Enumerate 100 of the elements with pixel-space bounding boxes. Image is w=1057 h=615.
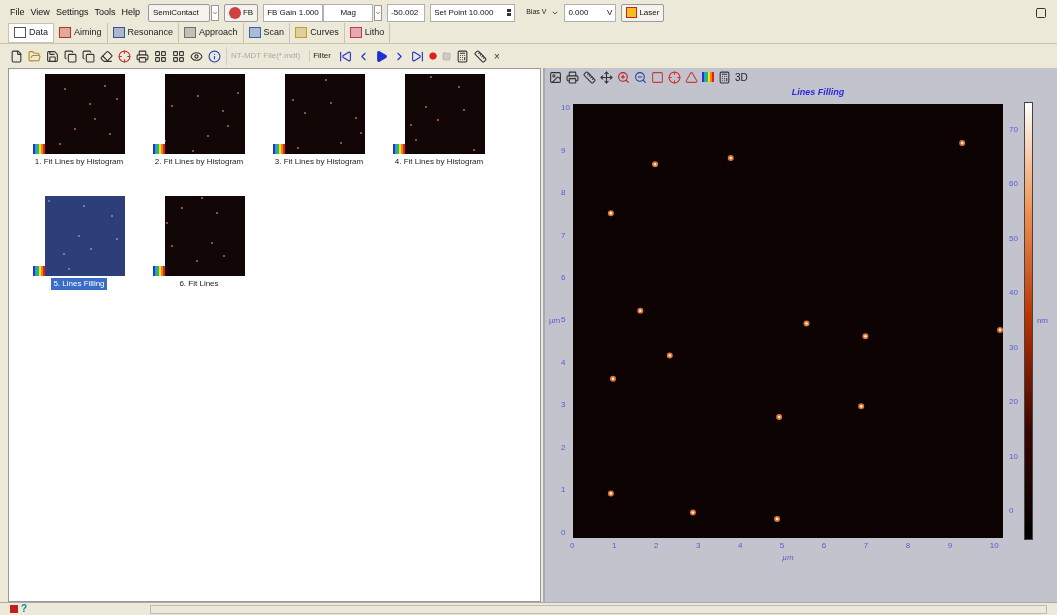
tab-icon: [184, 27, 197, 38]
close-button[interactable]: ×: [491, 48, 502, 64]
copy-icon[interactable]: [64, 49, 77, 63]
palette-icon[interactable]: [393, 144, 405, 154]
palette-icon[interactable]: [702, 72, 714, 82]
new-file-icon[interactable]: [10, 49, 23, 63]
y-axis-label: µm: [549, 316, 561, 325]
help-icon[interactable]: ?: [21, 604, 28, 614]
zoom-in-icon[interactable]: [617, 70, 630, 84]
colorbar-tick-label: 60: [1009, 180, 1018, 189]
palette-icon[interactable]: [273, 144, 285, 154]
tab[interactable]: Scan: [243, 22, 291, 43]
grid-icon[interactable]: [154, 49, 167, 63]
colorbar-tick-label: 0: [1009, 507, 1015, 516]
fb-gain-field[interactable]: FB Gain 1.000: [263, 3, 324, 22]
x-tick-label: 4: [737, 541, 743, 550]
stop-indicator-icon: [10, 605, 18, 613]
palette-icon[interactable]: [33, 266, 45, 276]
y-tick-label: 4: [561, 358, 567, 367]
palette-icon[interactable]: [153, 144, 165, 154]
tab[interactable]: Resonance: [107, 22, 180, 43]
tab-icon: [349, 27, 362, 38]
window-icon[interactable]: [1035, 6, 1047, 19]
skip-back-icon[interactable]: [338, 49, 352, 63]
y-tick-label: 6: [561, 274, 567, 282]
angle-icon[interactable]: [685, 70, 698, 84]
tab[interactable]: Data: [8, 22, 54, 43]
crosshair-icon[interactable]: [668, 70, 681, 84]
y-tick-label: 5: [561, 316, 567, 325]
tab[interactable]: Litho: [344, 22, 391, 43]
view-3d-button[interactable]: 3D: [735, 69, 748, 85]
skip-forward-icon[interactable]: [410, 49, 424, 63]
x-tick-label: 5: [779, 541, 785, 550]
grid-icon[interactable]: [172, 49, 185, 63]
thumbnail-label[interactable]: 2. Fit Lines by Histogram: [152, 156, 246, 168]
laser-icon: [626, 7, 638, 18]
x-tick-label: 10: [989, 541, 999, 550]
offset-field[interactable]: -50.002: [387, 3, 426, 22]
menu-item[interactable]: Tools: [94, 5, 116, 20]
plot-title: Lines Filling: [791, 86, 845, 99]
colorbar-tick-label: 30: [1009, 343, 1018, 352]
fb-button[interactable]: FB: [223, 3, 259, 22]
record-icon[interactable]: [428, 52, 437, 60]
menu-item[interactable]: View: [30, 5, 50, 20]
y-tick-label: 7: [561, 231, 567, 240]
y-tick-label: 2: [561, 443, 567, 452]
y-tick-label: 10: [561, 104, 570, 113]
crosshair-icon[interactable]: [118, 49, 131, 63]
eraser-icon[interactable]: [100, 49, 113, 63]
bias-field[interactable]: 0.000 V: [564, 3, 617, 22]
colorbar-tick-label: 20: [1009, 398, 1018, 407]
colorbar-tick-label: 70: [1009, 125, 1018, 134]
printer-icon[interactable]: [136, 49, 149, 63]
colorbar-tick-label: 40: [1009, 289, 1018, 298]
save-icon[interactable]: [46, 49, 59, 63]
palette-icon[interactable]: [153, 266, 165, 276]
x-tick-label: 7: [863, 541, 869, 550]
y-tick-label: 1: [561, 486, 567, 495]
x-tick-label: 3: [695, 541, 701, 550]
tab[interactable]: Curves: [290, 22, 345, 43]
tab-icon: [295, 27, 308, 38]
x-axis-label: µm: [782, 553, 794, 562]
menu-item[interactable]: Help: [121, 5, 140, 20]
y-tick-label: 8: [561, 189, 567, 198]
x-tick-label: 9: [947, 541, 953, 550]
thumbnail-label[interactable]: 3. Fit Lines by Histogram: [272, 156, 366, 168]
tab[interactable]: Aiming: [54, 22, 108, 43]
calculator-icon[interactable]: [455, 49, 469, 63]
copy-icon[interactable]: [82, 49, 95, 63]
thumbnail-label[interactable]: 4. Fit Lines by Histogram: [392, 156, 486, 168]
scale-icon[interactable]: [583, 70, 596, 84]
thumbnail-label[interactable]: 6. Fit Lines: [177, 278, 221, 290]
set-point-spinner[interactable]: Set Point 10.000: [430, 3, 516, 22]
x-tick-label: 2: [653, 541, 659, 550]
info-icon[interactable]: [208, 49, 221, 63]
laser-button[interactable]: Laser: [621, 3, 665, 22]
open-folder-icon[interactable]: [28, 49, 41, 63]
fb-icon: [228, 6, 241, 19]
x-tick-label: 0: [570, 541, 575, 550]
frame-icon[interactable]: [651, 70, 664, 84]
play-icon[interactable]: [374, 49, 388, 63]
mode-dropdown[interactable]: SemiContact: [147, 3, 210, 22]
thumbnail-label[interactable]: 1. Fit Lines by Histogram: [32, 156, 126, 168]
eye-icon[interactable]: [190, 49, 203, 63]
tab-icon: [14, 27, 26, 38]
menu-item[interactable]: Settings: [55, 5, 89, 20]
y-tick-label: 3: [561, 401, 567, 410]
filter-dropdown[interactable]: Filter: [309, 50, 334, 62]
tab[interactable]: Approach: [179, 22, 244, 43]
printer-icon[interactable]: [566, 70, 579, 84]
colorbar-tick-label: 50: [1009, 234, 1018, 243]
x-tick-label: 1: [611, 541, 617, 550]
spinner-arrows-icon[interactable]: [507, 9, 512, 16]
tab-icon: [248, 27, 261, 38]
menu-item[interactable]: File: [10, 5, 25, 20]
thumbnail-label[interactable]: 5. Lines Filling: [51, 278, 107, 290]
move-icon[interactable]: [600, 70, 613, 84]
zoom-out-icon[interactable]: [634, 70, 647, 84]
mag-dropdown[interactable]: Mag: [323, 3, 374, 22]
palette-icon[interactable]: [33, 144, 45, 154]
